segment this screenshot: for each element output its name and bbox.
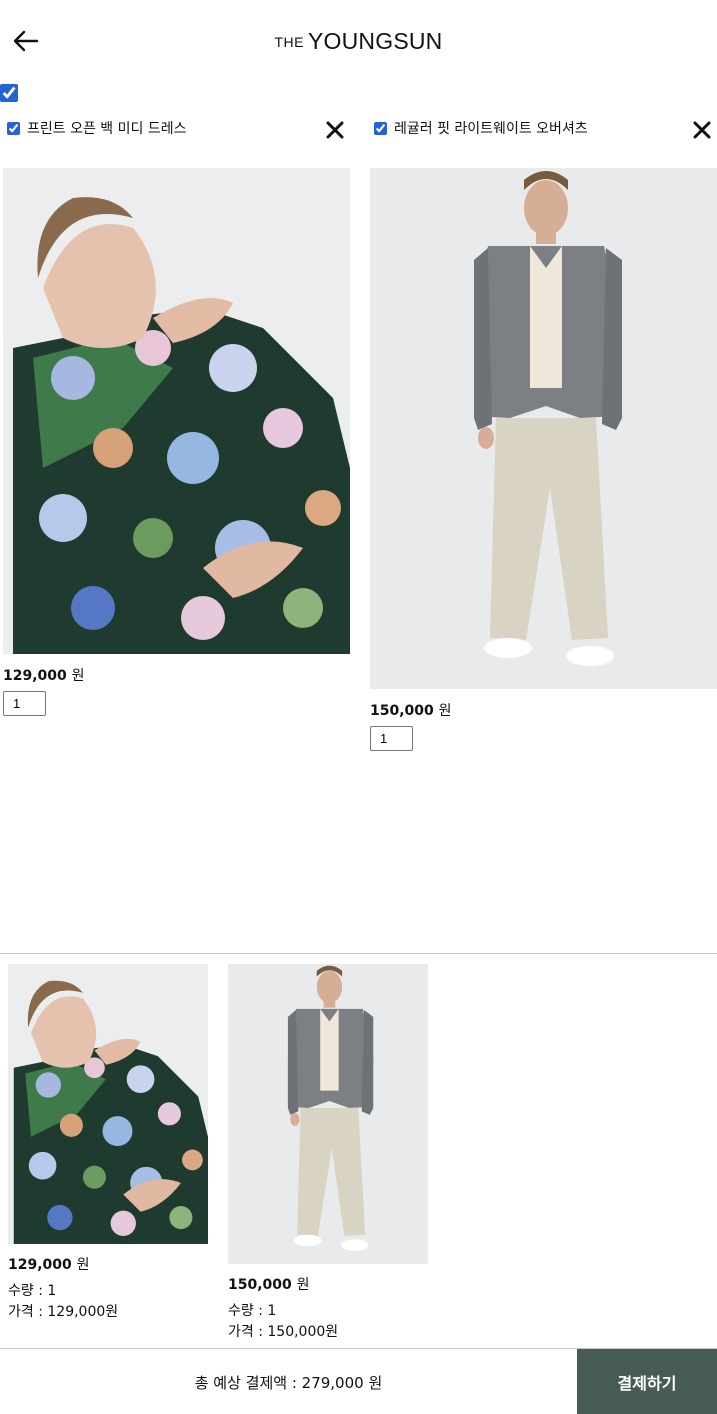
product-price: 150,000 원: [370, 700, 452, 720]
summary-line-total: 가격 : 150,000원: [228, 1324, 339, 1340]
select-all-checkbox[interactable]: [0, 84, 18, 102]
summary-price: 129,000 원: [8, 1254, 90, 1274]
price-value: 129,000: [8, 1257, 72, 1273]
cart-item-header: 레귤러 핏 라이트웨이트 오버셔츠: [374, 116, 588, 140]
price-currency: 원: [76, 1257, 90, 1273]
checkout-button[interactable]: 결제하기: [577, 1349, 717, 1414]
remove-item-button[interactable]: [690, 118, 714, 142]
close-icon: [326, 121, 344, 139]
brand-prefix: THE: [274, 34, 304, 50]
product-name: 프린트 오픈 백 미디 드레스: [27, 121, 187, 137]
price-currency: 원: [438, 703, 452, 719]
cart-item: 레귤러 핏 라이트웨이트 오버셔츠 150,000 원: [370, 116, 717, 756]
item-select-checkbox[interactable]: [374, 121, 387, 135]
summary-thumbnail: [8, 964, 208, 1244]
summary-quantity: 수량 : 1: [228, 1303, 277, 1319]
order-summary-item: 129,000 원 수량 : 1 가격 : 129,000원: [8, 964, 208, 1324]
summary-thumbnail: [228, 964, 428, 1264]
price-value: 150,000: [228, 1277, 292, 1293]
select-all-checkbox-wrap[interactable]: [0, 84, 18, 102]
price-currency: 원: [296, 1277, 310, 1293]
checkout-bar: 총 예상 결제액 : 279,000 원 결제하기: [0, 1348, 717, 1414]
section-divider: [0, 953, 717, 954]
quantity-input[interactable]: [370, 726, 413, 751]
estimated-total: 총 예상 결제액 : 279,000 원: [194, 1373, 383, 1392]
cart-item: 프린트 오픈 백 미디 드레스 129,000 원: [3, 116, 350, 726]
product-price: 129,000 원: [3, 665, 85, 685]
summary-line-total: 가격 : 129,000원: [8, 1304, 119, 1320]
item-select-checkbox[interactable]: [7, 121, 20, 135]
close-icon: [693, 121, 711, 139]
product-image[interactable]: [3, 168, 350, 654]
cart-item-header: 프린트 오픈 백 미디 드레스: [7, 116, 186, 140]
price-value: 129,000: [3, 668, 67, 684]
quantity-input[interactable]: [3, 691, 46, 716]
product-image[interactable]: [370, 168, 717, 689]
brand-logo[interactable]: THE YOUNGSUN: [0, 28, 717, 55]
summary-price: 150,000 원: [228, 1274, 310, 1294]
product-name: 레귤러 핏 라이트웨이트 오버셔츠: [394, 121, 588, 137]
remove-item-button[interactable]: [323, 118, 347, 142]
price-value: 150,000: [370, 703, 434, 719]
order-summary-item: 150,000 원 수량 : 1 가격 : 150,000원: [228, 964, 428, 1344]
top-bar: THE YOUNGSUN: [0, 0, 717, 84]
brand-name: YOUNGSUN: [307, 28, 443, 54]
summary-quantity: 수량 : 1: [8, 1283, 57, 1299]
price-currency: 원: [71, 668, 85, 684]
